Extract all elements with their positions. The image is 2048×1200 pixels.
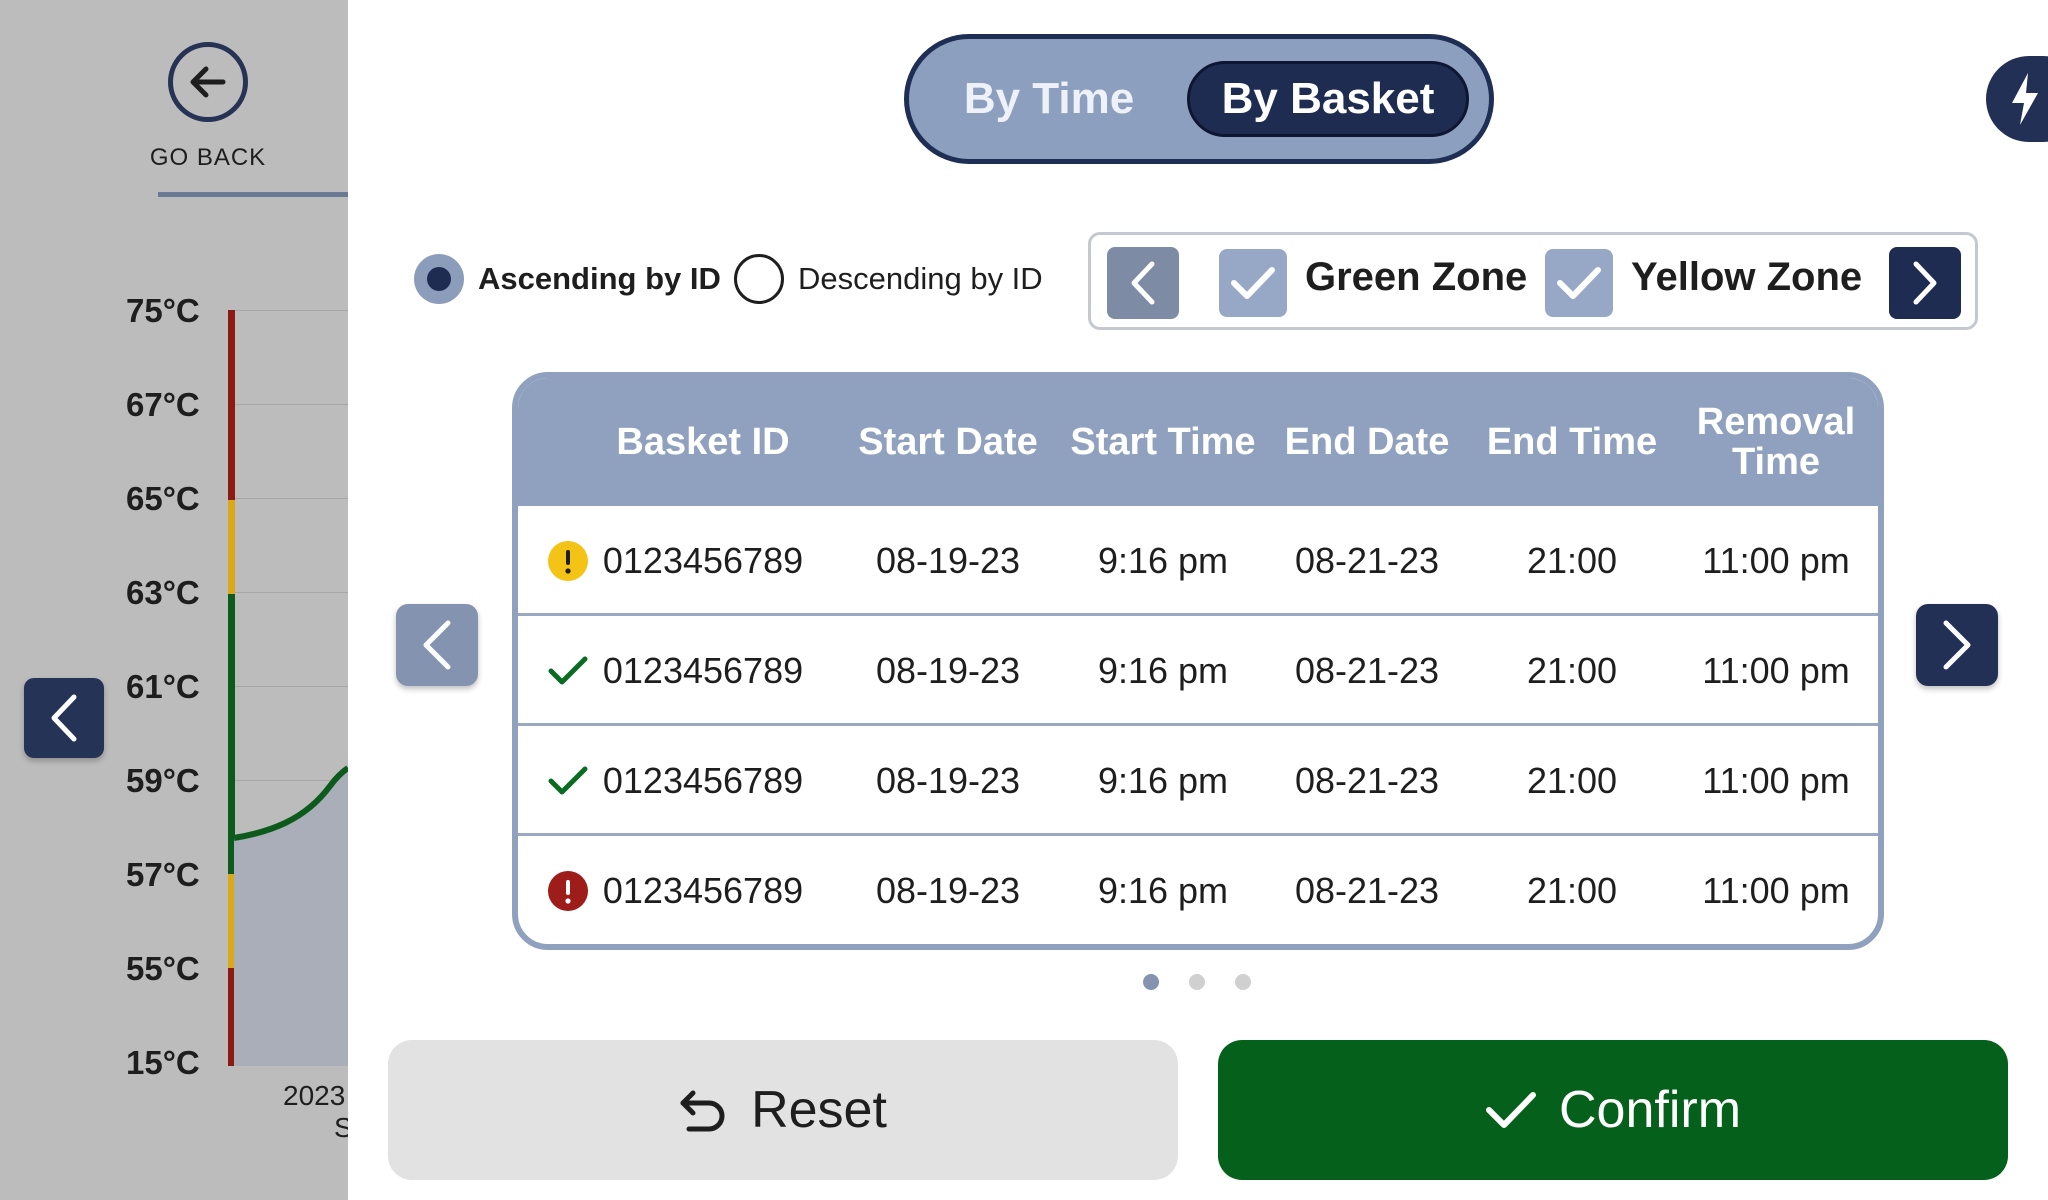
page-dot[interactable] bbox=[1235, 974, 1251, 990]
checkmark-icon bbox=[1231, 267, 1275, 299]
end-time-cell: 21:00 bbox=[1526, 540, 1618, 581]
start-time-cell: 9:16 pm bbox=[1097, 760, 1229, 801]
background-chart-panel: GO BACK 75°C 67°C 65°C 63°C 61°C 59°C 57… bbox=[0, 0, 348, 1200]
table-row[interactable]: 0123456789 08-19-23 9:16 pm 08-21-23 21:… bbox=[518, 726, 1878, 836]
table-header: Basket ID Start Date Start Time End Date… bbox=[518, 378, 1878, 506]
removal-time-cell: 11:00 pm bbox=[1702, 870, 1850, 911]
column-header-end-date: End Date bbox=[1284, 421, 1450, 463]
end-time-cell: 21:00 bbox=[1526, 760, 1618, 801]
temperature-curve bbox=[233, 765, 348, 1066]
basket-id-cell: 0123456789 bbox=[602, 650, 804, 691]
sort-descending-radio[interactable]: Descending by ID bbox=[734, 254, 1043, 304]
column-header-start-date: Start Date bbox=[858, 421, 1038, 463]
start-date-cell: 08-19-23 bbox=[875, 760, 1021, 801]
confirm-button[interactable]: Confirm bbox=[1218, 1040, 2008, 1180]
green-zone-label: Green Zone bbox=[1305, 255, 1528, 299]
x-tick-label: S bbox=[334, 1112, 348, 1143]
table-prev-page-button[interactable] bbox=[396, 604, 478, 686]
checkmark-icon bbox=[1485, 1090, 1537, 1130]
page-dot[interactable] bbox=[1189, 974, 1205, 990]
radio-unselected-icon bbox=[734, 254, 784, 304]
toggle-by-time[interactable]: By Time bbox=[949, 61, 1149, 137]
start-time-cell: 9:16 pm bbox=[1097, 650, 1229, 691]
start-time-cell: 9:16 pm bbox=[1097, 870, 1229, 911]
zone-filter: Green Zone Yellow Zone bbox=[1088, 232, 1978, 330]
yellow-zone-checkbox[interactable] bbox=[1545, 249, 1613, 317]
sort-descending-label: Descending by ID bbox=[798, 261, 1043, 296]
start-date-cell: 08-19-23 bbox=[875, 650, 1021, 691]
lightning-icon bbox=[2012, 73, 2038, 125]
start-date-cell: 08-19-23 bbox=[875, 870, 1021, 911]
basket-id-cell: 0123456789 bbox=[602, 760, 804, 801]
end-time-cell: 21:00 bbox=[1526, 650, 1618, 691]
table-row[interactable]: 0123456789 08-19-23 9:16 pm 08-21-23 21:… bbox=[518, 836, 1878, 944]
view-toggle: By Time By Basket bbox=[904, 34, 1494, 164]
chevron-left-icon bbox=[51, 694, 77, 742]
basket-id-cell: 0123456789 bbox=[602, 870, 804, 911]
check-icon bbox=[548, 761, 588, 801]
x-tick-label: 2023 bbox=[283, 1080, 346, 1111]
checkmark-icon bbox=[1557, 267, 1601, 299]
error-icon bbox=[548, 871, 588, 911]
removal-time-cell: 11:00 pm bbox=[1702, 540, 1850, 581]
sort-ascending-label: Ascending by ID bbox=[478, 261, 721, 296]
undo-icon bbox=[679, 1087, 729, 1133]
table-row[interactable]: 0123456789 08-19-23 9:16 pm 08-21-23 21:… bbox=[518, 506, 1878, 616]
column-header-basket-id: Basket ID bbox=[616, 421, 790, 463]
table-row[interactable]: 0123456789 08-19-23 9:16 pm 08-21-23 21:… bbox=[518, 616, 1878, 726]
quick-action-button[interactable] bbox=[1986, 56, 2048, 142]
end-time-cell: 21:00 bbox=[1526, 870, 1618, 911]
start-time-cell: 9:16 pm bbox=[1097, 540, 1229, 581]
chevron-left-icon bbox=[423, 620, 451, 670]
end-date-cell: 08-21-23 bbox=[1294, 870, 1440, 911]
yellow-zone-label: Yellow Zone bbox=[1631, 255, 1863, 299]
toggle-by-basket[interactable]: By Basket bbox=[1187, 61, 1469, 137]
start-date-cell: 08-19-23 bbox=[875, 540, 1021, 581]
basket-id-cell: 0123456789 bbox=[602, 540, 804, 581]
column-header-start-time: Start Time bbox=[1070, 421, 1256, 463]
zone-next-button[interactable] bbox=[1889, 247, 1961, 319]
end-date-cell: 08-21-23 bbox=[1294, 650, 1440, 691]
chevron-right-icon bbox=[1913, 261, 1937, 305]
chart-prev-button[interactable] bbox=[24, 678, 104, 758]
zone-prev-button[interactable] bbox=[1107, 247, 1179, 319]
reset-label: Reset bbox=[751, 1081, 887, 1139]
chevron-right-icon bbox=[1943, 620, 1971, 670]
reset-button[interactable]: Reset bbox=[388, 1040, 1178, 1180]
removal-time-cell: 11:00 pm bbox=[1702, 760, 1850, 801]
warning-icon bbox=[548, 541, 588, 581]
table-next-page-button[interactable] bbox=[1916, 604, 1998, 686]
removal-time-cell: 11:00 pm bbox=[1702, 650, 1850, 691]
sort-ascending-radio[interactable]: Ascending by ID bbox=[414, 254, 721, 304]
green-zone-checkbox[interactable] bbox=[1219, 249, 1287, 317]
check-icon bbox=[548, 651, 588, 691]
basket-table: Basket ID Start Date Start Time End Date… bbox=[512, 372, 1884, 950]
confirm-label: Confirm bbox=[1558, 1081, 1742, 1139]
column-header-end-time: End Time bbox=[1486, 421, 1658, 463]
column-header-removal-time: Removal Time bbox=[1696, 401, 1856, 483]
page-dot-active[interactable] bbox=[1143, 974, 1159, 990]
chevron-left-icon bbox=[1131, 261, 1155, 305]
radio-selected-icon bbox=[414, 254, 464, 304]
end-date-cell: 08-21-23 bbox=[1294, 760, 1440, 801]
end-date-cell: 08-21-23 bbox=[1294, 540, 1440, 581]
